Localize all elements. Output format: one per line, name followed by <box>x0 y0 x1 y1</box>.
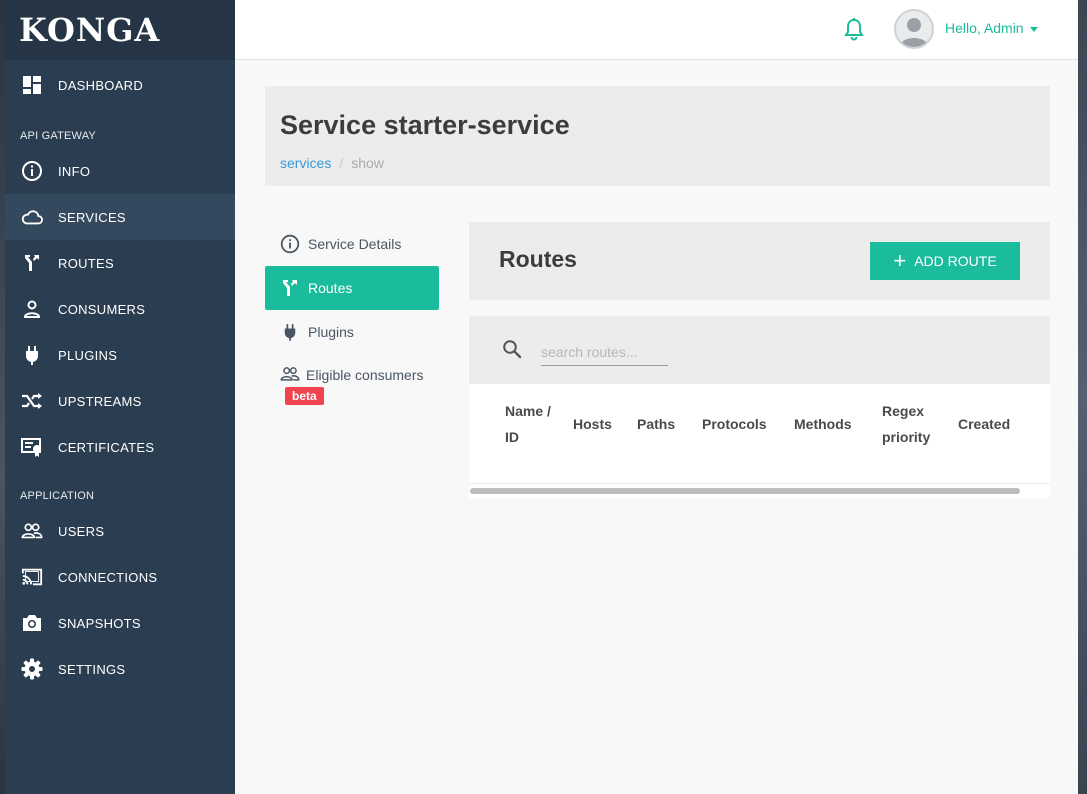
sidebar-item-label: CONSUMERS <box>58 301 146 317</box>
column-header-paths[interactable]: Paths <box>637 411 675 437</box>
sidebar-item-upstreams[interactable]: UPSTREAMS <box>5 378 235 424</box>
dashboard-icon <box>21 74 43 96</box>
tab-routes[interactable]: Routes <box>265 266 439 310</box>
certificate-icon <box>21 436 43 458</box>
sidebar-item-plugins[interactable]: PLUGINS <box>5 332 235 378</box>
sidebar-item-dashboard[interactable]: DASHBOARD <box>5 62 235 108</box>
sidebar-item-label: ROUTES <box>58 255 114 271</box>
horizontal-scrollbar[interactable] <box>469 487 1050 495</box>
column-header-regex-priority[interactable]: Regex priority <box>882 398 942 450</box>
routes-table: Name / ID Hosts Paths Protocols Methods … <box>469 384 1050 498</box>
section-label-application: APPLICATION <box>20 490 95 502</box>
table-divider <box>469 483 1050 484</box>
tab-service-details[interactable]: Service Details <box>265 222 439 266</box>
sidebar-item-consumers[interactable]: CONSUMERS <box>5 286 235 332</box>
plus-icon: + <box>893 248 907 273</box>
sidebar-item-label: SETTINGS <box>58 661 126 677</box>
main-content: Hello, Admin Service starter-service ser… <box>235 0 1078 794</box>
caret-down-icon <box>1029 26 1038 32</box>
breadcrumb: services / show <box>280 155 384 171</box>
info-icon <box>21 160 43 182</box>
section-label-api-gateway: API GATEWAY <box>20 130 96 142</box>
sidebar-item-label: CERTIFICATES <box>58 439 155 455</box>
gear-icon <box>21 658 43 680</box>
column-header-protocols[interactable]: Protocols <box>702 411 767 437</box>
user-icon <box>21 298 43 320</box>
sidebar-item-info[interactable]: INFO <box>5 148 235 194</box>
sidebar-item-label: SNAPSHOTS <box>58 615 141 631</box>
sidebar-item-routes[interactable]: ROUTES <box>5 240 235 286</box>
column-header-name-id[interactable]: Name / ID <box>505 398 555 450</box>
sidebar: KONGA DASHBOARD API GATEWAY INFO SERVICE… <box>5 0 235 794</box>
breadcrumb-link-services[interactable]: services <box>280 155 331 171</box>
logo[interactable]: KONGA <box>19 11 160 49</box>
tab-label: Eligible consumers <box>306 367 424 383</box>
tab-label: Service Details <box>308 236 402 252</box>
user-greeting: Hello, Admin <box>945 20 1024 36</box>
app-root: KONGA DASHBOARD API GATEWAY INFO SERVICE… <box>5 0 1078 794</box>
search-icon <box>501 338 523 360</box>
routes-search-bar <box>469 316 1050 384</box>
service-tabs: Service Details Routes Plugins Eligible … <box>265 222 439 417</box>
add-route-label: ADD ROUTE <box>914 253 997 269</box>
sidebar-item-services[interactable]: SERVICES <box>5 194 235 240</box>
routes-title: Routes <box>499 246 577 272</box>
sidebar-item-settings[interactable]: SETTINGS <box>5 646 235 692</box>
column-header-methods[interactable]: Methods <box>794 411 852 437</box>
add-route-button[interactable]: + ADD ROUTE <box>870 242 1020 280</box>
sidebar-item-users[interactable]: USERS <box>5 508 235 554</box>
user-menu[interactable]: Hello, Admin <box>945 20 1038 36</box>
search-input[interactable] <box>541 338 668 366</box>
sidebar-item-certificates[interactable]: CERTIFICATES <box>5 424 235 470</box>
top-bar: Hello, Admin <box>235 0 1078 60</box>
column-header-created[interactable]: Created <box>958 411 1010 437</box>
page-title: Service starter-service <box>280 110 570 140</box>
routes-icon <box>21 252 43 274</box>
sidebar-item-label: DASHBOARD <box>58 77 144 93</box>
sidebar-item-snapshots[interactable]: SNAPSHOTS <box>5 600 235 646</box>
sidebar-item-label: INFO <box>58 163 91 179</box>
avatar[interactable] <box>894 9 934 49</box>
breadcrumb-current: show <box>351 155 384 171</box>
sidebar-item-label: SERVICES <box>58 209 126 225</box>
sidebar-item-label: UPSTREAMS <box>58 393 142 409</box>
info-icon <box>280 234 300 254</box>
cast-icon <box>21 566 43 588</box>
sidebar-item-label: PLUGINS <box>58 347 118 363</box>
shuffle-icon <box>21 390 43 412</box>
routes-header: Routes + ADD ROUTE <box>469 222 1050 300</box>
plug-icon <box>280 322 300 342</box>
sidebar-item-label: CONNECTIONS <box>58 569 158 585</box>
breadcrumb-separator: / <box>339 155 344 171</box>
tab-label: Plugins <box>308 324 354 340</box>
routes-icon <box>280 278 300 298</box>
sidebar-item-label: USERS <box>58 523 105 539</box>
window-frame-right <box>1078 0 1087 794</box>
users-icon <box>280 364 300 384</box>
tab-plugins[interactable]: Plugins <box>265 310 439 354</box>
bell-icon[interactable] <box>841 17 867 43</box>
camera-icon <box>21 612 43 634</box>
beta-badge: beta <box>285 387 324 405</box>
tab-label: Routes <box>308 280 353 296</box>
logo-bar: KONGA <box>5 0 235 60</box>
tab-eligible-consumers[interactable]: Eligible consumers beta <box>265 354 439 417</box>
plug-icon <box>21 344 43 366</box>
column-header-hosts[interactable]: Hosts <box>573 411 612 437</box>
scrollbar-thumb[interactable] <box>470 488 1020 494</box>
page-header: Service starter-service services / show <box>265 86 1050 186</box>
sidebar-item-connections[interactable]: CONNECTIONS <box>5 554 235 600</box>
cloud-icon <box>21 206 43 228</box>
users-icon <box>21 520 43 542</box>
